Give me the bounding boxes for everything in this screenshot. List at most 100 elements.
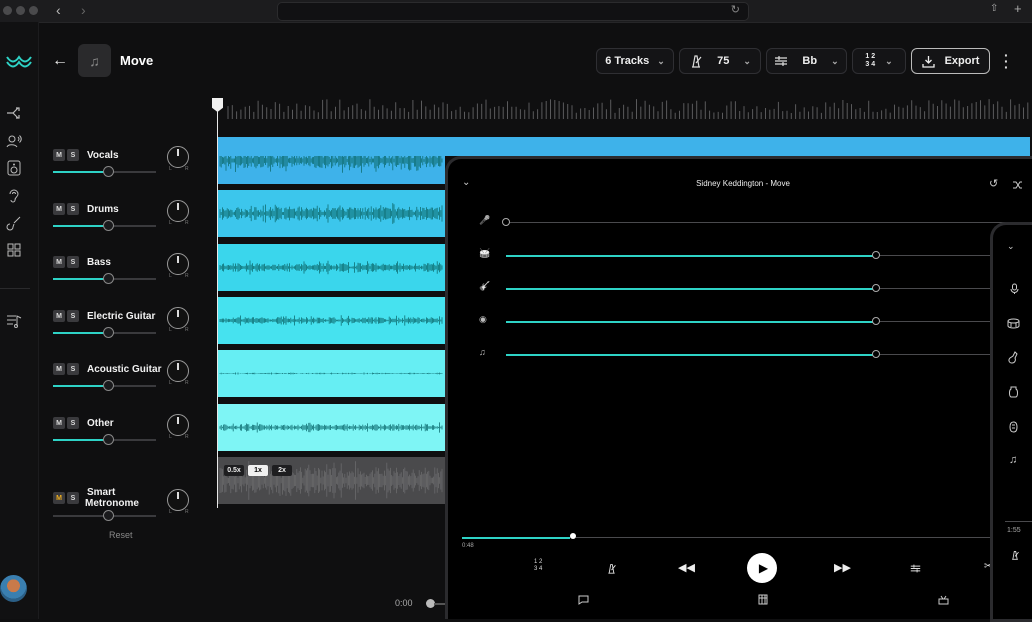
- share-icon[interactable]: ⇧: [990, 3, 998, 14]
- solo-button[interactable]: S: [67, 363, 79, 375]
- forward-nav-icon[interactable]: ›: [81, 2, 86, 18]
- phone-mic-icon[interactable]: [1010, 283, 1019, 295]
- grid-icon[interactable]: [6, 242, 22, 258]
- guitar-icon[interactable]: 🎸: [479, 281, 490, 292]
- tempo-dropdown[interactable]: 75 ⌄: [679, 48, 761, 74]
- player-pitch-icon[interactable]: [910, 563, 921, 574]
- stem-volume-track[interactable]: [506, 254, 1026, 257]
- split-icon[interactable]: [6, 105, 22, 121]
- mute-button[interactable]: M: [53, 256, 65, 268]
- mixer-icon[interactable]: [938, 595, 949, 605]
- shuffle-icon[interactable]: [1012, 180, 1023, 190]
- stem-volume-thumb[interactable]: [502, 218, 510, 226]
- solo-button[interactable]: S: [67, 417, 79, 429]
- pan-knob[interactable]: [167, 307, 189, 329]
- phone-drum-icon[interactable]: [1007, 318, 1020, 329]
- more-options-icon[interactable]: · · ·: [1004, 48, 1009, 74]
- volume-thumb[interactable]: [102, 510, 114, 521]
- pan-knob[interactable]: [167, 200, 189, 222]
- pan-knob[interactable]: [167, 360, 189, 382]
- solo-button[interactable]: S: [67, 310, 79, 322]
- zoom-window-button[interactable]: [29, 6, 38, 15]
- phone-metronome-icon[interactable]: [1010, 550, 1020, 560]
- reload-icon[interactable]: ↻: [731, 3, 740, 16]
- volume-thumb[interactable]: [102, 434, 114, 445]
- new-tab-icon[interactable]: +: [1014, 1, 1022, 16]
- volume-thumb[interactable]: [102, 380, 114, 391]
- volume-thumb[interactable]: [102, 166, 114, 177]
- lyrics-icon[interactable]: [578, 595, 589, 605]
- mute-button[interactable]: M: [53, 363, 65, 375]
- minimize-window-button[interactable]: [16, 6, 25, 15]
- mic-muted-icon[interactable]: 🎤: [479, 215, 490, 226]
- music-note-icon[interactable]: ♫: [479, 347, 486, 357]
- phone-progress-track[interactable]: [1005, 521, 1032, 522]
- reset-button[interactable]: Reset: [109, 530, 133, 540]
- pan-knob[interactable]: [167, 253, 189, 275]
- playlist-icon[interactable]: [6, 313, 22, 329]
- phone-other-icon[interactable]: [1008, 421, 1019, 433]
- close-window-button[interactable]: [3, 6, 12, 15]
- stem-volume-track[interactable]: [506, 353, 1026, 356]
- mute-button[interactable]: M: [53, 492, 65, 504]
- pan-knob[interactable]: [167, 146, 189, 168]
- bass-icon[interactable]: ◉: [479, 314, 487, 325]
- stem-volume-thumb[interactable]: [871, 251, 880, 259]
- solo-button[interactable]: S: [67, 256, 79, 268]
- player-progress-track[interactable]: [462, 536, 1032, 539]
- track-lane[interactable]: [218, 244, 445, 291]
- player-time-signature-icon[interactable]: 1 23 4: [534, 559, 542, 573]
- mute-button[interactable]: M: [53, 203, 65, 215]
- back-arrow-icon[interactable]: ←: [52, 52, 68, 70]
- player-metronome-icon[interactable]: [606, 563, 617, 574]
- mute-button[interactable]: M: [53, 149, 65, 161]
- phone-collapse-icon[interactable]: ⌄: [1007, 241, 1015, 252]
- speed-option-button[interactable]: 1x: [248, 465, 268, 476]
- pan-knob[interactable]: [167, 414, 189, 436]
- solo-button[interactable]: S: [67, 203, 79, 215]
- reset-icon[interactable]: ↺: [989, 177, 998, 190]
- solo-button[interactable]: S: [67, 492, 79, 504]
- key-dropdown[interactable]: Bb ⌄: [766, 48, 847, 74]
- address-bar[interactable]: ↻: [277, 2, 749, 21]
- rewind-icon[interactable]: ◀◀: [678, 561, 695, 574]
- voice-icon[interactable]: [6, 133, 22, 149]
- timeline-ruler[interactable]: [218, 98, 1032, 120]
- stem-volume-thumb[interactable]: [871, 317, 880, 325]
- drum-icon[interactable]: 🥁: [479, 248, 490, 259]
- ear-icon[interactable]: [6, 188, 22, 204]
- track-lane[interactable]: [218, 297, 445, 344]
- track-lane[interactable]: [218, 350, 445, 397]
- solo-button[interactable]: S: [67, 149, 79, 161]
- app-logo-icon[interactable]: [6, 52, 32, 70]
- time-signature-dropdown[interactable]: 1 23 4 ⌄: [852, 48, 906, 74]
- tracks-dropdown[interactable]: 6 Tracks ⌄: [596, 48, 674, 74]
- user-avatar[interactable]: [0, 575, 27, 602]
- stem-volume-track[interactable]: [506, 222, 1026, 223]
- speed-option-button[interactable]: 0.5x: [224, 465, 244, 476]
- fast-forward-icon[interactable]: ▶▶: [834, 561, 851, 574]
- chords-icon[interactable]: [758, 594, 768, 605]
- stem-volume-track[interactable]: [506, 320, 1026, 323]
- play-button[interactable]: ▶: [747, 553, 777, 583]
- phone-note-icon[interactable]: ♫: [1009, 454, 1017, 466]
- speaker-icon[interactable]: [6, 160, 22, 176]
- back-nav-icon[interactable]: ‹: [56, 2, 61, 18]
- stem-volume-thumb[interactable]: [871, 350, 880, 358]
- track-lane[interactable]: [218, 190, 445, 237]
- volume-thumb[interactable]: [102, 327, 114, 338]
- mute-button[interactable]: M: [53, 310, 65, 322]
- track-lane[interactable]: [218, 404, 445, 451]
- volume-thumb[interactable]: [102, 220, 114, 231]
- track-lane[interactable]: 0.5x 1x 2x: [218, 457, 445, 504]
- stem-volume-track[interactable]: [506, 287, 1026, 290]
- stem-volume-thumb[interactable]: [871, 284, 880, 292]
- phone-guitar-icon[interactable]: [1008, 351, 1019, 364]
- volume-thumb[interactable]: [102, 273, 114, 284]
- speed-option-button[interactable]: 2x: [272, 465, 292, 476]
- guitar-tool-icon[interactable]: [6, 215, 22, 231]
- pan-knob[interactable]: [167, 489, 189, 511]
- player-progress-thumb[interactable]: [570, 533, 577, 539]
- export-button[interactable]: Export: [911, 48, 990, 74]
- mute-button[interactable]: M: [53, 417, 65, 429]
